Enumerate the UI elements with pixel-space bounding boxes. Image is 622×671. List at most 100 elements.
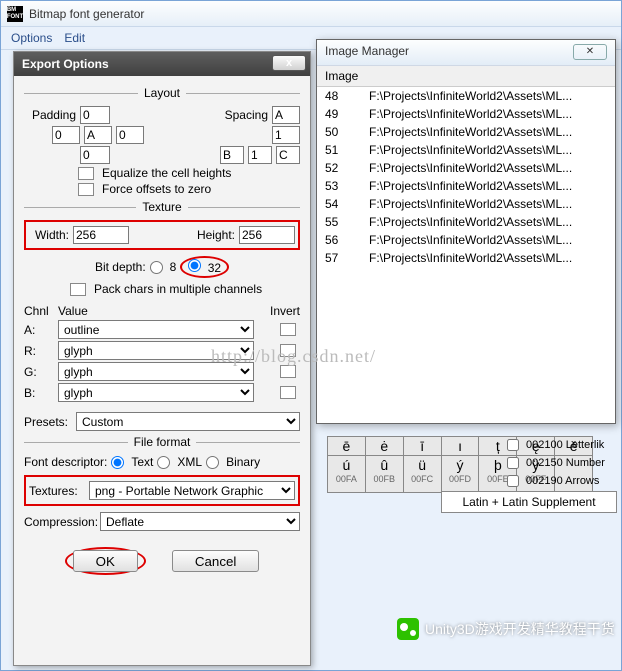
compression-select[interactable]: Deflate	[100, 512, 300, 531]
fd-text-radio[interactable]	[111, 456, 124, 469]
b-label: B:	[24, 386, 54, 400]
image-row[interactable]: 53F:\Projects\InfiniteWorld2\Assets\ML..…	[317, 177, 615, 195]
char-cell[interactable]: ú00FA	[327, 455, 366, 493]
padding-left-input[interactable]	[52, 126, 80, 144]
equalize-checkbox[interactable]	[78, 167, 94, 180]
spacing-a-input[interactable]	[272, 106, 300, 124]
range-checkbox[interactable]	[507, 457, 519, 469]
image-id: 54	[325, 197, 369, 211]
g-channel-select[interactable]: glyph	[58, 362, 254, 381]
image-row[interactable]: 55F:\Projects\InfiniteWorld2\Assets\ML..…	[317, 213, 615, 231]
menu-options[interactable]: Options	[11, 31, 52, 45]
image-id: 52	[325, 161, 369, 175]
padding-a-input[interactable]	[84, 126, 112, 144]
bitdepth-32-radio[interactable]	[188, 259, 201, 272]
image-path: F:\Projects\InfiniteWorld2\Assets\ML...	[369, 179, 572, 193]
menu-edit[interactable]: Edit	[64, 31, 85, 45]
padding-bottom-input[interactable]	[80, 146, 110, 164]
spacing-1b-input[interactable]	[248, 146, 272, 164]
range-item[interactable]: 002190 Arrows	[503, 472, 619, 490]
titlebar[interactable]: BMFONT Bitmap font generator	[1, 1, 621, 27]
b-channel-select[interactable]: glyph	[58, 383, 254, 402]
width-input[interactable]	[73, 226, 129, 244]
spacing-c-input[interactable]	[276, 146, 300, 164]
image-row[interactable]: 51F:\Projects\InfiniteWorld2\Assets\ML..…	[317, 141, 615, 159]
close-icon[interactable]: x	[272, 55, 306, 71]
b-invert-checkbox[interactable]	[280, 386, 296, 399]
dialog-titlebar[interactable]: Export Options x	[14, 52, 310, 76]
image-row[interactable]: 57F:\Projects\InfiniteWorld2\Assets\ML..…	[317, 249, 615, 267]
char-cell[interactable]: ý00FD	[442, 455, 480, 493]
fd-xml-radio[interactable]	[157, 456, 170, 469]
packchars-label: Pack chars in multiple channels	[94, 282, 262, 296]
forcezero-label: Force offsets to zero	[102, 182, 211, 196]
image-id: 56	[325, 233, 369, 247]
dialog-title: Export Options	[22, 57, 109, 71]
fd-binary-label: Binary	[226, 455, 260, 469]
g-invert-checkbox[interactable]	[280, 365, 296, 378]
textures-highlight: Textures: png - Portable Network Graphic	[24, 475, 300, 506]
range-checkbox[interactable]	[507, 439, 519, 451]
group-texture: Texture	[24, 200, 300, 214]
range-item[interactable]: 002100 Letterlik	[503, 436, 619, 454]
fd-binary-radio[interactable]	[206, 456, 219, 469]
image-path: F:\Projects\InfiniteWorld2\Assets\ML...	[369, 233, 572, 247]
height-input[interactable]	[239, 226, 295, 244]
image-id: 51	[325, 143, 369, 157]
packchars-checkbox[interactable]	[70, 283, 86, 296]
char-cell[interactable]: û00FB	[366, 455, 404, 493]
r-invert-checkbox[interactable]	[280, 344, 296, 357]
image-id: 48	[325, 89, 369, 103]
image-id: 57	[325, 251, 369, 265]
ok-button[interactable]: OK	[73, 550, 138, 572]
padding-right-input[interactable]	[116, 126, 144, 144]
cancel-button[interactable]: Cancel	[172, 550, 260, 572]
image-list[interactable]: 48 F:\Projects\InfiniteWorld2\Assets\ML..…	[317, 87, 615, 422]
image-path: F:\Projects\InfiniteWorld2\Assets\ML...	[369, 251, 572, 265]
image-row[interactable]: 52F:\Projects\InfiniteWorld2\Assets\ML..…	[317, 159, 615, 177]
invert-header: Invert	[270, 304, 300, 318]
compression-label: Compression:	[24, 515, 96, 529]
image-row[interactable]: 54F:\Projects\InfiniteWorld2\Assets\ML..…	[317, 195, 615, 213]
bitdepth-32-label: 32	[208, 261, 221, 275]
padding-label: Padding	[24, 108, 76, 122]
image-path: F:\Projects\InfiniteWorld2\Assets\ML...	[369, 161, 572, 175]
range-checkbox[interactable]	[507, 475, 519, 487]
textures-select[interactable]: png - Portable Network Graphic	[89, 481, 295, 500]
forcezero-checkbox[interactable]	[78, 183, 94, 196]
char-cell[interactable]: ü00FC	[404, 455, 442, 493]
image-id: 50	[325, 125, 369, 139]
bitdepth-label: Bit depth:	[95, 260, 146, 274]
spacing-1-input[interactable]	[272, 126, 300, 144]
image-manager-close-icon[interactable]: ✕	[573, 44, 607, 60]
presets-select[interactable]: Custom	[76, 412, 300, 431]
image-path: F:\Projects\InfiniteWorld2\Assets\ML...	[369, 197, 572, 211]
fd-text-label: Text	[131, 455, 153, 469]
image-row[interactable]: 56F:\Projects\InfiniteWorld2\Assets\ML..…	[317, 231, 615, 249]
image-row[interactable]: 50F:\Projects\InfiniteWorld2\Assets\ML..…	[317, 123, 615, 141]
supplement-title: Latin + Latin Supplement	[441, 491, 617, 513]
image-manager-title: Image Manager	[325, 44, 409, 58]
image-list-header[interactable]: Image	[317, 66, 615, 87]
wechat-tag: Unity3D游戏开发精华教程干货	[397, 618, 615, 640]
r-channel-select[interactable]: glyph	[58, 341, 254, 360]
ok-highlight: OK	[65, 547, 146, 575]
image-id: 53	[325, 179, 369, 193]
a-channel-select[interactable]: outline	[58, 320, 254, 339]
image-path: F:\Projects\InfiniteWorld2\Assets\ML...	[369, 125, 572, 139]
bitdepth-8-radio[interactable]	[150, 261, 163, 274]
a-invert-checkbox[interactable]	[280, 323, 296, 336]
range-item[interactable]: 002150 Number	[503, 454, 619, 472]
image-row[interactable]: 49F:\Projects\InfiniteWorld2\Assets\ML..…	[317, 105, 615, 123]
dialog-body: Layout Padding Spacing	[14, 76, 310, 587]
width-label: Width:	[29, 228, 69, 242]
value-header: Value	[58, 304, 178, 318]
fd-xml-label: XML	[177, 455, 202, 469]
wechat-icon	[397, 618, 419, 640]
image-row[interactable]: 48F:\Projects\InfiniteWorld2\Assets\ML..…	[317, 87, 615, 105]
image-manager-titlebar[interactable]: Image Manager ✕	[317, 40, 615, 66]
wechat-text: Unity3D游戏开发精华教程干货	[425, 619, 615, 639]
fontdesc-label: Font descriptor:	[24, 455, 107, 469]
padding-top-input[interactable]	[80, 106, 110, 124]
spacing-b-input[interactable]	[220, 146, 244, 164]
